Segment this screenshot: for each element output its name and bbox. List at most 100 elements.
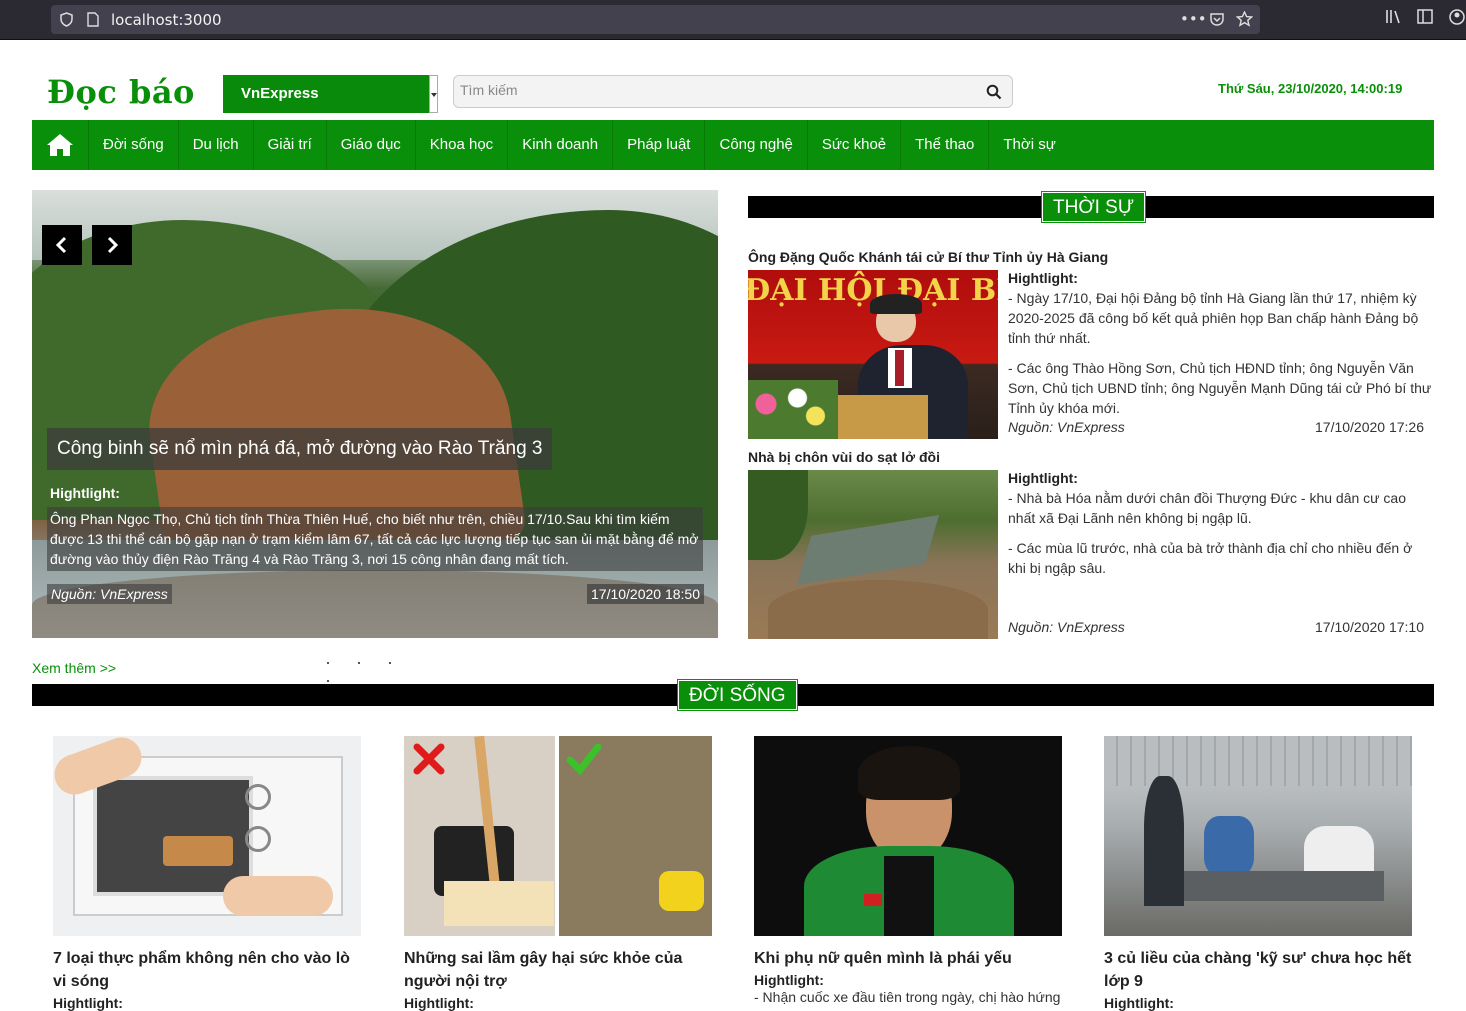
flag-patch [864, 894, 882, 906]
pocket-icon[interactable] [1209, 12, 1225, 27]
slide-image-rocks [32, 570, 718, 638]
section-label-doi-song[interactable]: ĐỜI SỐNG [677, 679, 798, 711]
article-highlight-label: Hightlight: [53, 995, 123, 1011]
slider-dots[interactable] [327, 651, 427, 682]
mud-pile [768, 580, 988, 639]
broom-head [444, 881, 554, 926]
article-title[interactable]: Khi phụ nữ quên mình là phái yếu [754, 947, 1062, 970]
section-label-thoi-su[interactable]: THỜI SỰ [1040, 191, 1147, 223]
news-paragraph: - Các ông Thào Hồng Sơn, Chủ tịch HĐND t… [1008, 360, 1432, 416]
tree-foliage [748, 470, 808, 560]
news-date: 17/10/2020 17:26 [1315, 419, 1424, 435]
news-title[interactable]: Ông Đặng Quốc Khánh tái cử Bí thư Tỉnh ủ… [748, 249, 1434, 265]
news-highlight-label: Hightlight: [1008, 270, 1078, 286]
person-hair [870, 294, 922, 314]
dial-icon [245, 784, 271, 810]
slider-dot[interactable] [327, 662, 329, 664]
article-highlight-label: Hightlight: [1104, 995, 1174, 1011]
news-highlight-label: Hightlight: [1008, 470, 1078, 486]
nav-item-giao-duc[interactable]: Giáo dục [327, 120, 416, 170]
article-card[interactable]: Những sai lầm gây hại sức khỏe của người… [404, 736, 712, 1011]
food-dish [163, 836, 233, 866]
news-thumbnail[interactable] [748, 470, 998, 639]
slider-dot[interactable] [389, 662, 391, 664]
shield-icon[interactable] [60, 12, 73, 27]
see-more-link[interactable]: Xem thêm >> [32, 660, 116, 676]
collapsed-roof [796, 514, 940, 586]
news-source: Nguồn: VnExpress [1008, 619, 1125, 635]
chevron-right-icon [107, 236, 119, 254]
article-image[interactable] [1104, 736, 1412, 936]
nav-item-du-lich[interactable]: Du lịch [179, 120, 254, 170]
cross-mark-icon [413, 743, 445, 775]
person-tie [895, 350, 904, 386]
nav-item-suc-khoe[interactable]: Sức khoẻ [808, 120, 902, 170]
article-image[interactable] [754, 736, 1062, 936]
nav-item-giai-tri[interactable]: Giải trí [254, 120, 327, 170]
news-date: 17/10/2020 17:10 [1315, 619, 1424, 635]
slide-description: Ông Phan Ngọc Thọ, Chủ tịch tỉnh Thừa Th… [47, 507, 703, 571]
slider-next-button[interactable] [92, 225, 132, 265]
address-bar[interactable]: localhost:3000 ••• [51, 5, 1260, 34]
library-icon[interactable] [1385, 9, 1402, 24]
account-icon[interactable] [1449, 9, 1465, 25]
nav-item-phap-luat[interactable]: Pháp luật [613, 120, 706, 170]
news-source: Nguồn: VnExpress [1008, 419, 1125, 435]
news-title[interactable]: Nhà bị chôn vùi do sạt lở đồi [748, 449, 1434, 465]
metal-roof [1104, 736, 1412, 786]
slide-date: 17/10/2020 18:50 [587, 584, 704, 604]
news-thumbnail[interactable]: ĐẠI HỘI ĐẠI BIỂU LẦN [748, 270, 998, 439]
nav-item-kinh-doanh[interactable]: Kinh doanh [508, 120, 614, 170]
vacuum [659, 871, 704, 911]
metal-frame [1184, 871, 1384, 901]
slide-highlight-label: Hightlight: [50, 485, 120, 501]
dropdown-arrow-icon[interactable] [429, 75, 438, 113]
slider-dot[interactable] [358, 662, 360, 664]
article-title[interactable]: Những sai lầm gây hại sức khỏe của người… [404, 947, 712, 993]
article-card[interactable]: 3 củ liều của chàng 'kỹ sư' chưa học hết… [1104, 736, 1412, 1011]
site-logo[interactable]: Đọc báo [47, 73, 195, 111]
article-title[interactable]: 3 củ liều của chàng 'kỹ sư' chưa học hết… [1104, 947, 1412, 993]
main-nav: Đời sống Du lịch Giải trí Giáo dục Khoa … [32, 120, 1434, 170]
slide-title[interactable]: Công binh sẽ nổ mìn phá đá, mở đường vào… [47, 428, 553, 470]
dial-icon [245, 826, 271, 852]
person-standing [1144, 776, 1184, 906]
person-hair [858, 746, 960, 800]
browser-toolbar: localhost:3000 ••• [0, 0, 1466, 40]
news-paragraph: - Các mùa lũ trước, nhà của bà trở thành… [1008, 540, 1413, 576]
home-icon [47, 134, 73, 156]
article-title[interactable]: 7 loại thực phẩm không nên cho vào lò vi… [53, 947, 361, 993]
nav-item-cong-nghe[interactable]: Công nghệ [705, 120, 808, 170]
bookmark-star-icon[interactable] [1236, 11, 1253, 27]
flowers [748, 380, 838, 439]
person-blue-shirt [1204, 816, 1254, 876]
nav-item-doi-song[interactable]: Đời sống [89, 120, 179, 170]
news-item[interactable]: Ông Đặng Quốc Khánh tái cử Bí thư Tỉnh ủ… [748, 249, 1434, 439]
slider-prev-button[interactable] [42, 225, 82, 265]
news-paragraph: - Nhà bà Hóa nằm dưới chân đồi Thượng Đứ… [1008, 490, 1407, 526]
news-item[interactable]: Nhà bị chôn vùi do sạt lở đồi Hightlight… [748, 449, 1434, 639]
page-actions-icon[interactable]: ••• [1180, 10, 1207, 28]
article-card[interactable]: 7 loại thực phẩm không nên cho vào lò vi… [53, 736, 361, 1011]
url-text[interactable]: localhost:3000 [111, 11, 222, 29]
current-datetime: Thứ Sáu, 23/10/2020, 14:00:19 [1218, 81, 1403, 96]
search-box [453, 75, 1013, 108]
search-input[interactable] [460, 82, 960, 98]
nav-item-khoa-hoc[interactable]: Khoa học [416, 120, 509, 170]
nav-item-the-thao[interactable]: Thể thao [901, 120, 990, 170]
article-image[interactable] [53, 736, 361, 936]
article-highlight-label: Hightlight: [404, 995, 474, 1011]
chevron-left-icon [55, 236, 67, 254]
hand [223, 876, 333, 916]
nav-item-thoi-su[interactable]: Thời sự [989, 120, 1069, 170]
article-card[interactable]: Khi phụ nữ quên mình là phái yếu Hightli… [754, 736, 1062, 1006]
search-icon[interactable] [986, 84, 1002, 100]
article-image[interactable] [404, 736, 712, 936]
slider-dot[interactable] [327, 680, 329, 682]
news-source-value: VnExpress [241, 85, 319, 102]
article-highlight-label: Hightlight: [754, 972, 824, 988]
news-source-select[interactable]: VnExpress [223, 75, 438, 113]
news-paragraph: - Ngày 17/10, Đại hội Đảng bộ tỉnh Hà Gi… [1008, 290, 1419, 346]
sidebar-icon[interactable] [1417, 9, 1433, 24]
home-button[interactable] [32, 120, 89, 170]
